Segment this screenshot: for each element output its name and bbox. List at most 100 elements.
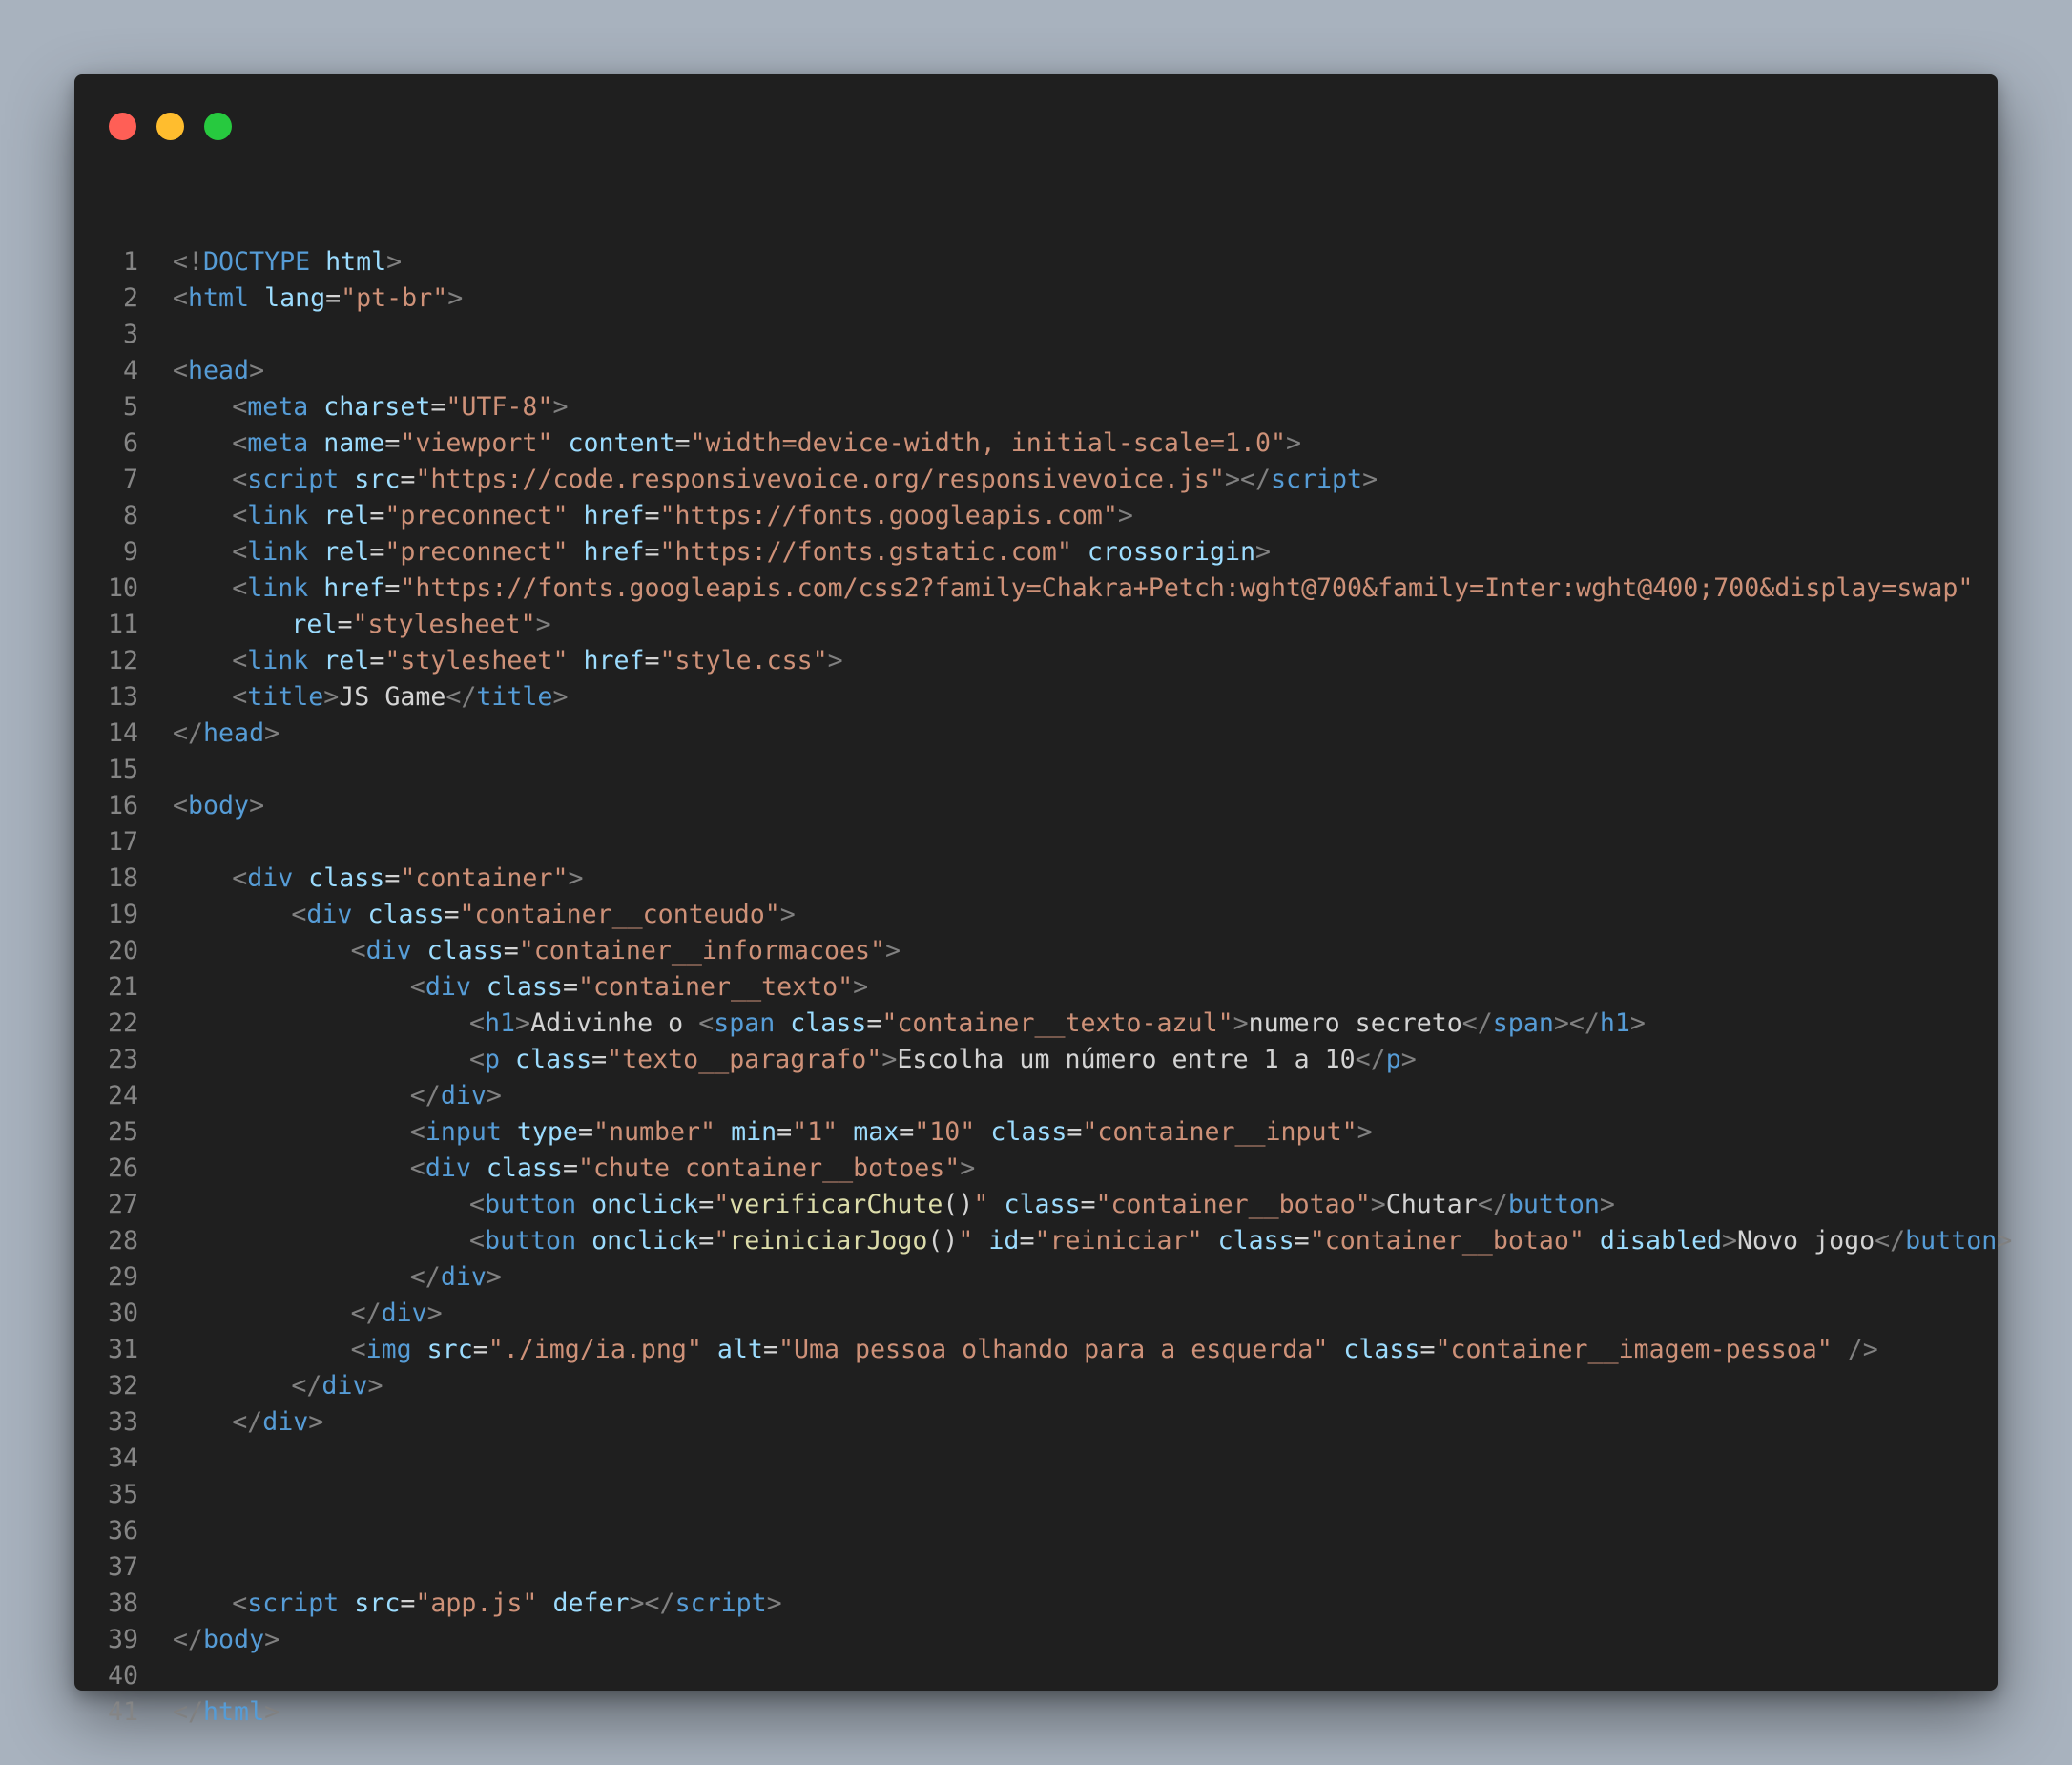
code-token: < — [469, 1226, 486, 1256]
code-token: = — [899, 1117, 915, 1147]
code-token: JS Game — [339, 682, 446, 712]
code-token: content — [568, 428, 675, 458]
line-number: 33 — [107, 1407, 138, 1437]
line-number: 5 — [122, 392, 138, 422]
code-token: DOCTYPE — [203, 247, 311, 277]
code-token: "https://fonts.googleapis.com/css2?famil… — [400, 573, 1974, 603]
code-token: p — [485, 1045, 501, 1074]
code-token: <! — [173, 247, 204, 277]
code-token: div — [247, 863, 294, 893]
line-number: 13 — [107, 682, 138, 712]
line-number: 32 — [107, 1371, 138, 1401]
code-text: </head> — [173, 716, 280, 752]
code-token: < — [291, 900, 307, 929]
code-token: < — [232, 1588, 248, 1618]
line-number: 21 — [107, 972, 138, 1002]
line-number: 38 — [107, 1588, 138, 1618]
line-number: 26 — [107, 1153, 138, 1183]
code-token: = — [430, 392, 446, 422]
code-token: class — [367, 900, 445, 929]
code-token: = — [644, 537, 660, 567]
code-token: = — [503, 936, 519, 966]
code-token: = — [674, 428, 691, 458]
code-token: = — [1419, 1335, 1436, 1364]
code-token: src — [354, 465, 401, 494]
code-token: max — [853, 1117, 900, 1147]
code-token: = — [777, 1117, 793, 1147]
code-token: link — [247, 537, 309, 567]
code-token: crossorigin — [1087, 537, 1255, 567]
code-token: </ — [350, 1298, 382, 1328]
code-token: = — [577, 1117, 593, 1147]
line-number: 6 — [122, 428, 138, 458]
maximize-icon[interactable] — [204, 113, 232, 140]
code-token: < — [232, 863, 248, 893]
code-token: "app.js" — [415, 1588, 538, 1618]
code-token: "reiniciar" — [1034, 1226, 1203, 1256]
code-token: "container__input" — [1082, 1117, 1357, 1147]
code-token: "1" — [792, 1117, 839, 1147]
code-text: <meta charset="UTF-8"> — [173, 389, 568, 426]
code-token: = — [384, 573, 401, 603]
code-text: <input type="number" min="1" max="10" cl… — [173, 1114, 1373, 1151]
line-number: 40 — [107, 1661, 138, 1691]
code-token: = — [400, 1588, 416, 1618]
code-token: "width=device-width, initial-scale=1.0" — [690, 428, 1286, 458]
code-token: = — [562, 1153, 578, 1183]
code-token: </ — [409, 1262, 441, 1292]
code-token: > — [264, 718, 280, 748]
code-token: "https://code.responsivevoice.org/respon… — [415, 465, 1225, 494]
code-token: = — [369, 646, 385, 675]
line-number: 1 — [122, 247, 138, 277]
code-token: reiniciarJogo — [729, 1226, 928, 1256]
code-token: > — [960, 1153, 976, 1183]
code-token: script — [674, 1588, 767, 1618]
code-token: link — [247, 646, 309, 675]
close-icon[interactable] — [109, 113, 136, 140]
code-token: > — [881, 1045, 898, 1074]
code-token: < — [232, 501, 248, 530]
code-token: < — [232, 537, 248, 567]
code-token: > — [766, 1588, 782, 1618]
code-token: < — [173, 283, 189, 313]
code-token: = — [369, 501, 385, 530]
minimize-icon[interactable] — [156, 113, 184, 140]
code-token: disabled — [1599, 1226, 1722, 1256]
code-text: <html lang="pt-br"> — [173, 280, 463, 317]
line-number: 10 — [107, 573, 138, 603]
code-token: < — [409, 972, 425, 1002]
code-token: = — [1294, 1226, 1310, 1256]
code-token: < — [350, 936, 366, 966]
code-token: </ — [1477, 1190, 1508, 1219]
code-token: </ — [173, 718, 204, 748]
code-token: > — [1997, 1226, 2013, 1256]
code-text: <script src="app.js" defer></script> — [173, 1586, 782, 1622]
code-token: div — [321, 1371, 368, 1401]
code-token: > — [486, 1081, 502, 1111]
code-text: </div> — [173, 1368, 383, 1404]
code-token: rel — [323, 537, 370, 567]
code-token: "container__texto-azul" — [881, 1008, 1233, 1038]
code-token: = — [384, 428, 401, 458]
code-token: class — [1004, 1190, 1081, 1219]
code-token: class — [1217, 1226, 1295, 1256]
code-token: script — [247, 465, 340, 494]
code-token: charset — [323, 392, 431, 422]
code-token: min — [731, 1117, 777, 1147]
line-number: 39 — [107, 1625, 138, 1654]
code-token: < — [232, 428, 248, 458]
code-token: = — [644, 646, 660, 675]
code-token: > — [535, 610, 551, 639]
code-token: div — [425, 972, 471, 1002]
code-text: <div class="container"> — [173, 861, 583, 897]
